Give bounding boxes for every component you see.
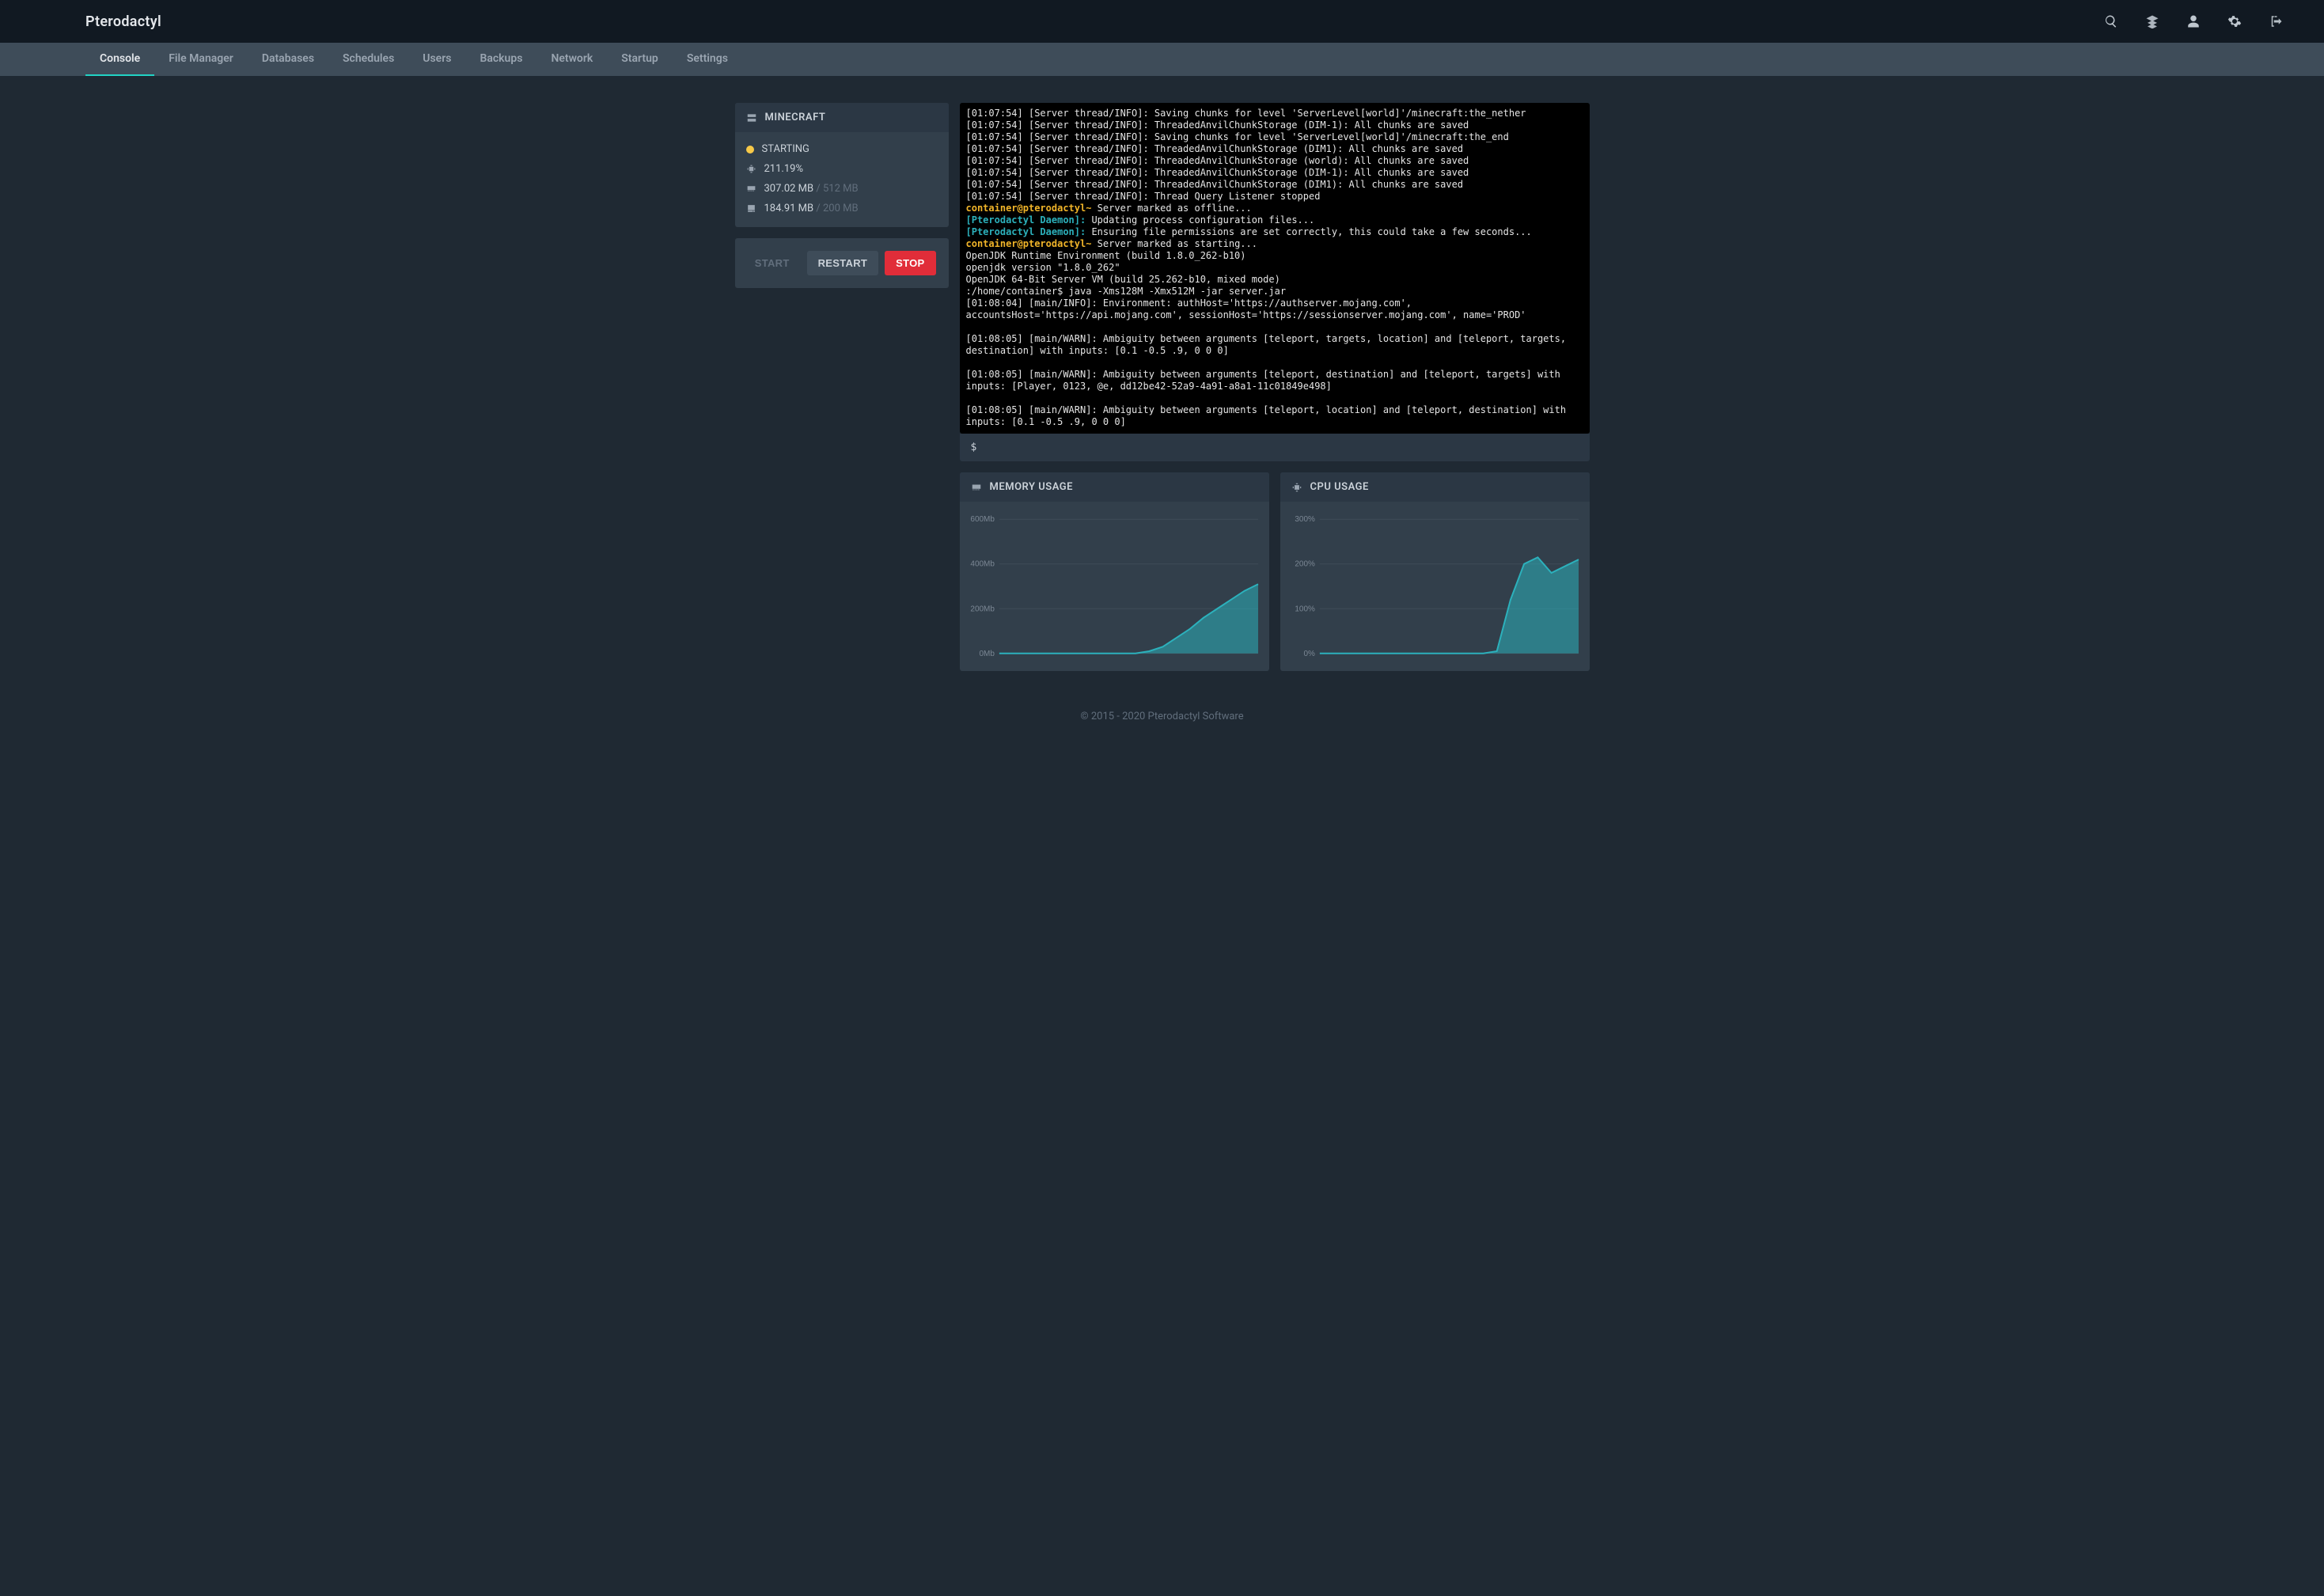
left-column: MINECRAFT STARTING 211.19% 307.02 MB / 5… xyxy=(735,103,949,671)
tab-users[interactable]: Users xyxy=(408,43,465,76)
status-row: STARTING xyxy=(746,143,938,155)
svg-text:100%: 100% xyxy=(1295,605,1315,613)
restart-button[interactable]: RESTART xyxy=(807,251,879,275)
tab-console[interactable]: Console xyxy=(85,43,154,76)
memory-icon xyxy=(971,482,982,493)
memory-chart: 600Mb 400Mb 200Mb 0Mb xyxy=(965,513,1264,663)
gears-icon[interactable] xyxy=(2227,14,2242,28)
status-dot xyxy=(746,146,754,154)
cpu-chart-title: CPU USAGE xyxy=(1310,481,1369,493)
console-output[interactable]: [01:07:54] [Server thread/INFO]: Saving … xyxy=(960,103,1590,434)
server-icon xyxy=(746,112,757,123)
search-icon[interactable] xyxy=(2104,14,2118,28)
topbar: Pterodactyl xyxy=(0,0,2324,43)
disk-total: 200 MB xyxy=(823,203,859,214)
stop-button[interactable]: STOP xyxy=(885,251,935,275)
disk-row: 184.91 MB / 200 MB xyxy=(746,203,938,214)
microchip-icon xyxy=(746,164,756,174)
cpu-chart-panel: CPU USAGE 300% 200% 100% 0% xyxy=(1280,472,1590,671)
tab-settings[interactable]: Settings xyxy=(673,43,742,76)
navbar: ConsoleFile ManagerDatabasesSchedulesUse… xyxy=(0,43,2324,76)
cpu-value: 211.19% xyxy=(764,163,803,175)
cpu-chart: 300% 200% 100% 0% xyxy=(1285,513,1585,663)
disk-used: 184.91 MB xyxy=(764,203,814,214)
layers-icon[interactable] xyxy=(2145,14,2159,28)
right-column: [01:07:54] [Server thread/INFO]: Saving … xyxy=(960,103,1590,671)
microchip-icon xyxy=(1291,482,1302,493)
tab-databases[interactable]: Databases xyxy=(248,43,328,76)
tab-schedules[interactable]: Schedules xyxy=(328,43,408,76)
svg-text:0Mb: 0Mb xyxy=(979,650,995,658)
brand[interactable]: Pterodactyl xyxy=(85,13,161,30)
cpu-row: 211.19% xyxy=(746,163,938,175)
top-icons xyxy=(2104,14,2283,28)
tab-startup[interactable]: Startup xyxy=(607,43,673,76)
status-text: STARTING xyxy=(762,143,809,155)
svg-text:200%: 200% xyxy=(1295,560,1315,569)
logout-icon[interactable] xyxy=(2269,14,2283,28)
svg-text:200Mb: 200Mb xyxy=(970,605,995,613)
svg-text:400Mb: 400Mb xyxy=(970,560,995,569)
footer: © 2015 - 2020 Pterodactyl Software xyxy=(0,687,2324,754)
memory-icon xyxy=(746,184,756,194)
mem-row: 307.02 MB / 512 MB xyxy=(746,183,938,195)
start-button[interactable]: START xyxy=(744,251,801,275)
server-panel: MINECRAFT STARTING 211.19% 307.02 MB / 5… xyxy=(735,103,949,227)
server-panel-header: MINECRAFT xyxy=(735,103,949,132)
tab-file-manager[interactable]: File Manager xyxy=(154,43,248,76)
server-name: MINECRAFT xyxy=(765,112,826,123)
tab-backups[interactable]: Backups xyxy=(465,43,536,76)
command-input[interactable]: $ xyxy=(960,434,1590,461)
svg-text:300%: 300% xyxy=(1295,515,1315,524)
svg-text:0%: 0% xyxy=(1303,650,1315,658)
power-controls: START RESTART STOP xyxy=(735,238,949,288)
svg-text:600Mb: 600Mb xyxy=(970,515,995,524)
user-icon[interactable] xyxy=(2186,14,2201,28)
memory-chart-title: MEMORY USAGE xyxy=(990,481,1073,493)
memory-chart-panel: MEMORY USAGE 600Mb 400Mb 200Mb 0Mb xyxy=(960,472,1269,671)
mem-used: 307.02 MB xyxy=(764,183,814,195)
mem-total: 512 MB xyxy=(823,183,859,195)
hdd-icon xyxy=(746,203,756,214)
tab-network[interactable]: Network xyxy=(536,43,607,76)
